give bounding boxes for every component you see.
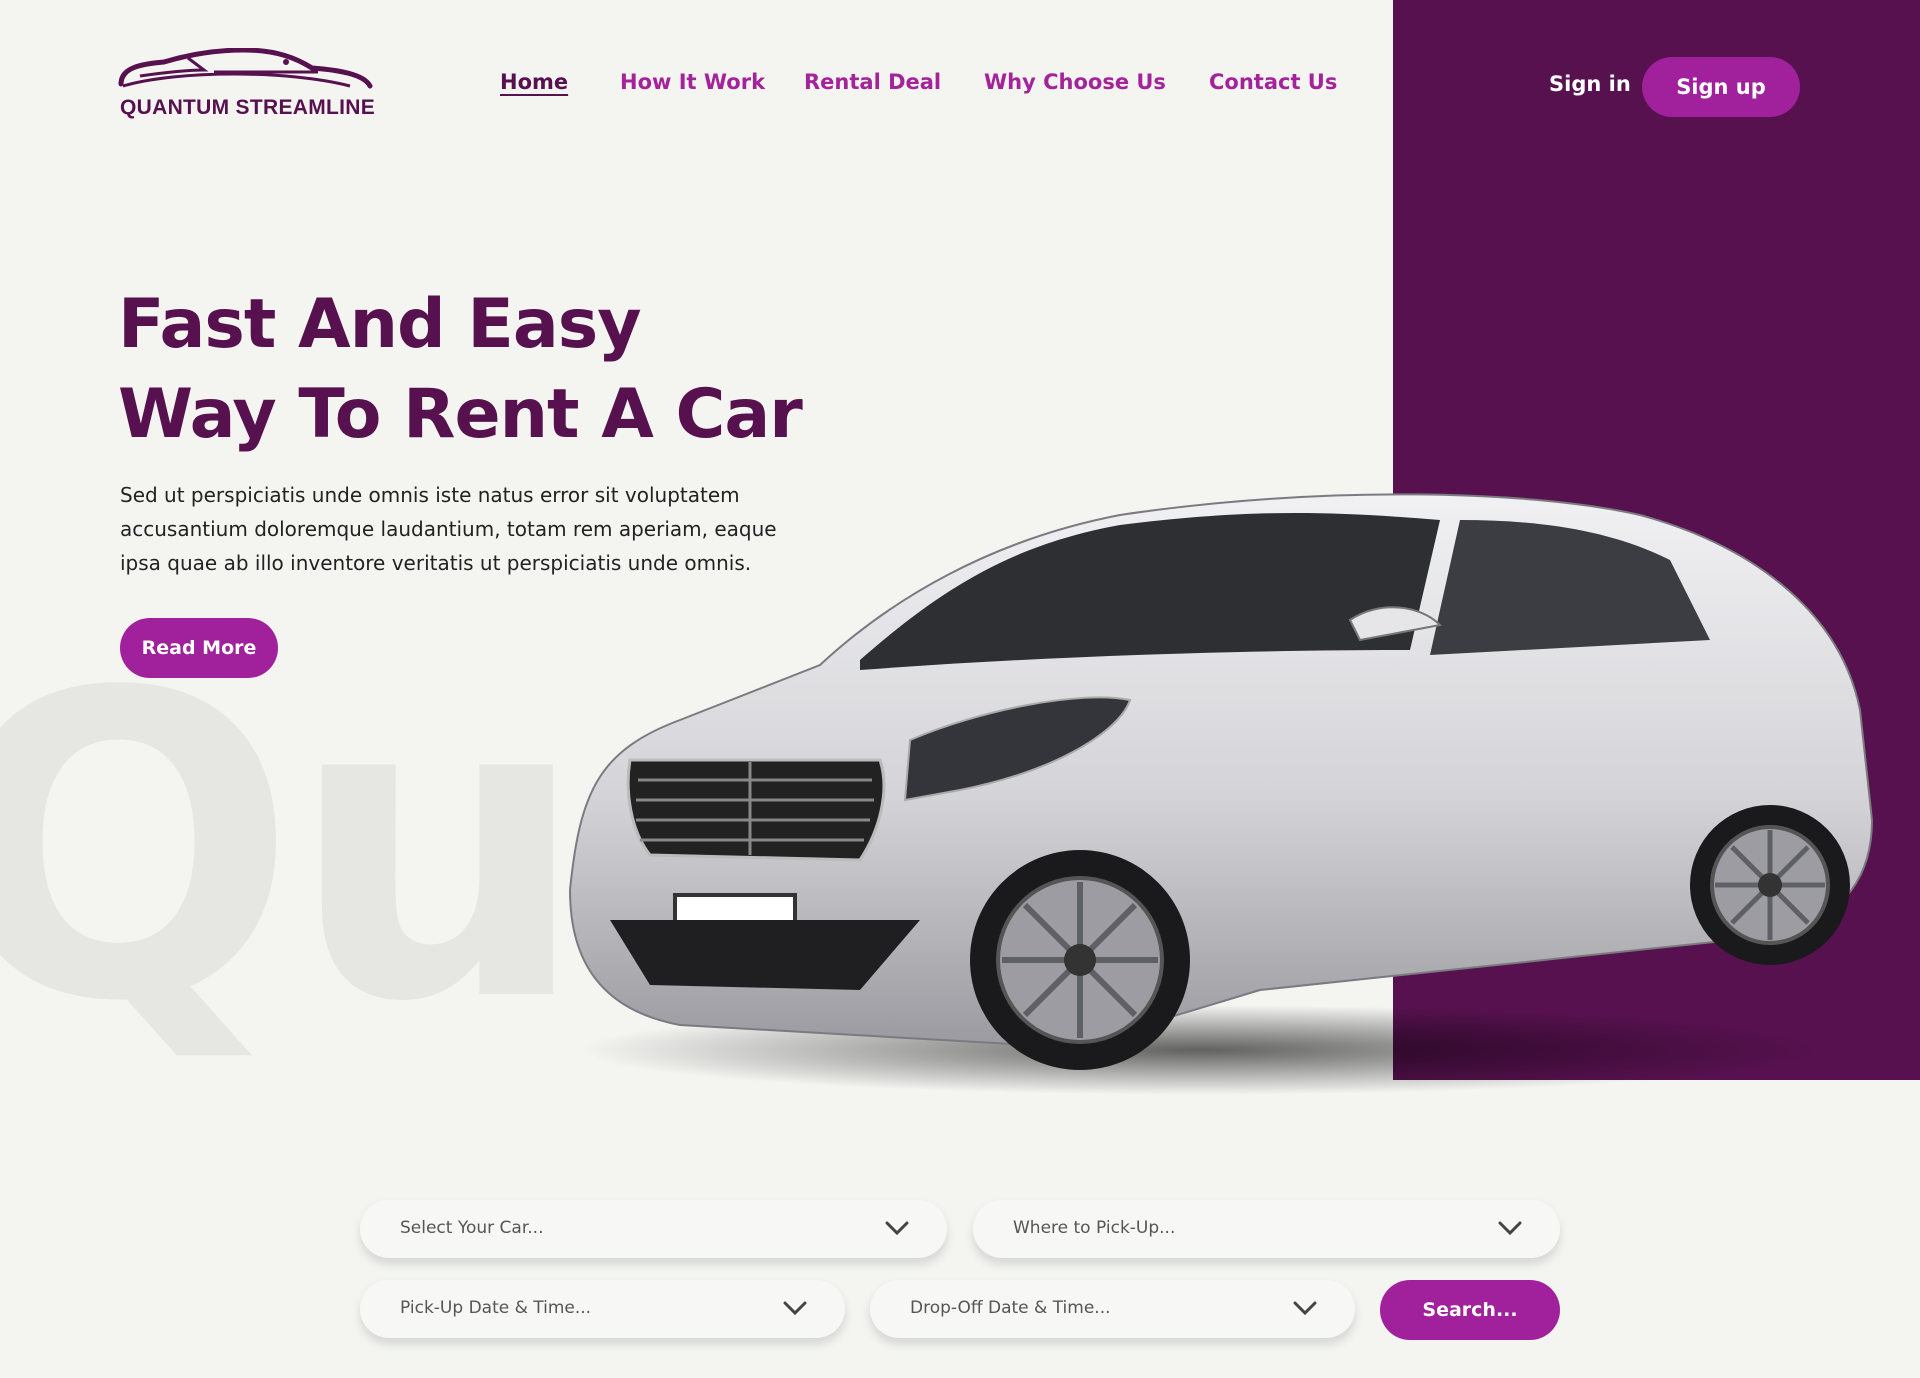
front-wheel <box>970 850 1190 1070</box>
nav-home[interactable]: Home <box>500 70 568 94</box>
dropoff-datetime-dropdown[interactable]: Drop-Off Date & Time... <box>870 1280 1355 1338</box>
chevron-down-icon <box>1498 1221 1522 1236</box>
nav-why-choose-us[interactable]: Why Choose Us <box>984 70 1166 94</box>
read-more-button[interactable]: Read More <box>120 618 278 678</box>
select-car-dropdown[interactable]: Select Your Car... <box>360 1200 947 1258</box>
hero-title-line-2: Way To Rent A Car <box>118 375 803 454</box>
nav-how-it-work[interactable]: How It Work <box>620 70 765 94</box>
chevron-down-icon <box>1293 1301 1317 1316</box>
nav-rental-deal[interactable]: Rental Deal <box>804 70 941 94</box>
rear-wheel <box>1690 805 1850 965</box>
car-image <box>568 493 1874 1095</box>
search-button[interactable]: Search... <box>1380 1280 1560 1340</box>
select-car-placeholder: Select Your Car... <box>400 1218 544 1238</box>
dropoff-datetime-placeholder: Drop-Off Date & Time... <box>910 1298 1111 1318</box>
pickup-datetime-dropdown[interactable]: Pick-Up Date & Time... <box>360 1280 845 1338</box>
pickup-location-dropdown[interactable]: Where to Pick-Up... <box>973 1200 1560 1258</box>
car-silhouette-icon <box>118 48 373 89</box>
signup-button[interactable]: Sign up <box>1642 57 1800 117</box>
chevron-down-icon <box>885 1221 909 1236</box>
hero-title-line-1: Fast And Easy <box>118 285 642 364</box>
chevron-down-icon <box>783 1301 807 1316</box>
brand-logo[interactable]: QUANTUM STREAMLINE <box>118 48 378 128</box>
brand-name: QUANTUM STREAMLINE <box>120 96 376 119</box>
pickup-datetime-placeholder: Pick-Up Date & Time... <box>400 1298 592 1318</box>
signin-link[interactable]: Sign in <box>1549 72 1631 96</box>
nav-contact-us[interactable]: Contact Us <box>1209 70 1337 94</box>
pickup-location-placeholder: Where to Pick-Up... <box>1013 1218 1176 1238</box>
hero-title: Fast And Easy Way To Rent A Car <box>118 280 803 460</box>
